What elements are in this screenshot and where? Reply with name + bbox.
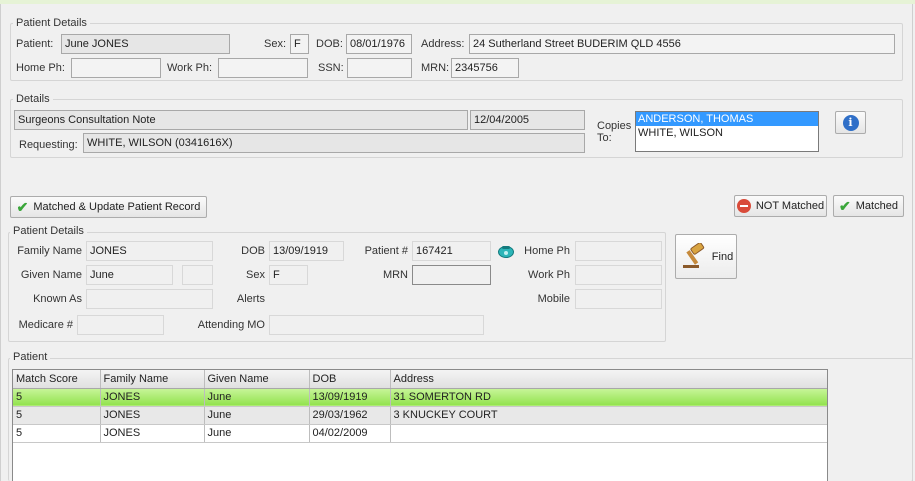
mobile-label: Mobile xyxy=(537,293,570,305)
cell-family-name: JONES xyxy=(100,388,205,407)
table-row[interactable]: 5 JONES June 04/02/2009 xyxy=(13,424,827,443)
cell-given-name: June xyxy=(204,424,310,443)
left-border xyxy=(0,4,1,481)
copies-label-line2: To: xyxy=(597,132,612,144)
search-work-ph-field[interactable] xyxy=(575,265,662,285)
cell-given-name: June xyxy=(204,388,310,407)
gavel-icon xyxy=(679,241,707,271)
work-ph-field[interactable] xyxy=(218,58,308,78)
attending-mo-field[interactable] xyxy=(269,315,484,335)
dob-label: DOB: xyxy=(316,38,343,50)
work-ph-label: Work Ph: xyxy=(167,62,213,74)
attending-mo-label: Attending MO xyxy=(197,319,265,331)
alerts-label: Alerts xyxy=(236,293,265,305)
cell-family-name: JONES xyxy=(100,406,205,425)
family-name-label: Family Name xyxy=(17,245,82,257)
cell-address xyxy=(390,424,827,443)
cell-family-name: JONES xyxy=(100,424,205,443)
copies-item[interactable]: ANDERSON, THOMAS xyxy=(636,112,818,126)
search-dob-field[interactable]: 13/09/1919 xyxy=(269,241,344,261)
cell-match-score: 5 xyxy=(13,406,101,425)
table-row[interactable]: 5 JONES June 13/09/1919 31 SOMERTON RD xyxy=(13,388,827,407)
column-header-family-name[interactable]: Family Name xyxy=(100,370,205,389)
matched-update-label: Matched & Update Patient Record xyxy=(33,201,201,213)
given-name-label: Given Name xyxy=(20,269,82,281)
medicare-label: Medicare # xyxy=(18,319,73,331)
patient-label: Patient: xyxy=(16,38,54,50)
cell-address: 31 SOMERTON RD xyxy=(390,388,827,407)
cell-given-name: June xyxy=(204,406,310,425)
cell-dob: 04/02/2009 xyxy=(309,424,391,443)
not-matched-label: NOT Matched xyxy=(755,200,825,212)
info-icon: i xyxy=(842,114,859,131)
column-header-given-name[interactable]: Given Name xyxy=(204,370,310,389)
checkmark-icon: ✔ xyxy=(16,199,29,215)
ssn-label: SSN: xyxy=(318,62,344,74)
column-header-match-score[interactable]: Match Score xyxy=(13,370,101,389)
home-ph-field[interactable] xyxy=(71,58,161,78)
mrn-label: MRN: xyxy=(421,62,450,74)
checkmark-icon: ✔ xyxy=(839,198,851,214)
sex-field[interactable]: F xyxy=(290,34,309,54)
medicare-field[interactable] xyxy=(77,315,164,335)
known-as-label: Known As xyxy=(33,293,82,305)
dob-field[interactable]: 08/01/1976 xyxy=(346,34,412,54)
results-grid[interactable]: Match Score Family Name Given Name DOB A… xyxy=(12,369,828,481)
address-label: Address: xyxy=(421,38,465,50)
info-button[interactable]: i xyxy=(835,111,866,134)
search-work-ph-label: Work Ph xyxy=(528,269,570,281)
patient-number-label: Patient # xyxy=(364,245,408,257)
requesting-field[interactable]: WHITE, WILSON (0341616X) xyxy=(83,133,585,153)
matched-update-button[interactable]: ✔ Matched & Update Patient Record xyxy=(10,196,207,218)
given-name-field[interactable]: June xyxy=(86,265,173,285)
search-mrn-field[interactable] xyxy=(412,265,491,285)
search-sex-label: Sex xyxy=(246,269,265,281)
ssn-field[interactable] xyxy=(347,58,412,78)
results-legend: Patient xyxy=(10,351,51,364)
home-ph-label: Home Ph: xyxy=(16,62,65,74)
column-header-address[interactable]: Address xyxy=(390,370,827,389)
given-name-extra-field[interactable] xyxy=(182,265,213,285)
patient-number-field[interactable]: 167421 xyxy=(412,241,491,261)
find-button[interactable]: Find xyxy=(675,234,737,279)
known-as-field[interactable] xyxy=(86,289,213,309)
search-sex-field[interactable]: F xyxy=(269,265,308,285)
address-field[interactable]: 24 Sutherland Street BUDERIM QLD 4556 xyxy=(469,34,895,54)
cell-match-score: 5 xyxy=(13,388,101,407)
column-header-dob[interactable]: DOB xyxy=(309,370,391,389)
copies-label-line1: Copies xyxy=(597,120,632,132)
search-home-ph-label: Home Ph xyxy=(524,245,570,257)
cell-dob: 13/09/1919 xyxy=(309,388,391,407)
search-home-ph-field[interactable] xyxy=(575,241,662,261)
cell-address: 3 KNUCKEY COURT xyxy=(390,406,827,425)
cell-dob: 29/03/1962 xyxy=(309,406,391,425)
search-dob-label: DOB xyxy=(241,245,265,257)
copies-label: Copies To: xyxy=(597,120,631,144)
matched-button[interactable]: ✔ Matched xyxy=(833,195,904,217)
top-accent-line xyxy=(0,0,915,4)
document-title-field[interactable]: Surgeons Consultation Note xyxy=(14,110,468,130)
not-matched-button[interactable]: NOT Matched xyxy=(734,195,827,217)
find-label: Find xyxy=(711,250,734,263)
search-patient-details-legend: Patient Details xyxy=(10,225,87,238)
document-date-field[interactable]: 12/04/2005 xyxy=(470,110,585,130)
cell-match-score: 5 xyxy=(13,424,101,443)
patient-name-field[interactable]: June JONES xyxy=(61,34,230,54)
copies-to-listbox[interactable]: ANDERSON, THOMAS WHITE, WILSON xyxy=(635,111,819,152)
family-name-field[interactable]: JONES xyxy=(86,241,213,261)
no-entry-icon xyxy=(736,199,751,213)
search-mrn-label: MRN xyxy=(382,269,408,281)
details-legend: Details xyxy=(13,93,53,106)
mobile-field[interactable] xyxy=(575,289,662,309)
copies-item[interactable]: WHITE, WILSON xyxy=(636,126,818,140)
sex-label: Sex: xyxy=(264,38,287,50)
mrn-field[interactable]: 2345756 xyxy=(451,58,519,78)
table-row[interactable]: 5 JONES June 29/03/1962 3 KNUCKEY COURT xyxy=(13,406,827,425)
patient-details-legend: Patient Details xyxy=(13,17,90,30)
requesting-label: Requesting: xyxy=(19,139,78,151)
matched-label: Matched xyxy=(855,200,898,212)
grid-header-row: Match Score Family Name Given Name DOB A… xyxy=(13,370,827,389)
